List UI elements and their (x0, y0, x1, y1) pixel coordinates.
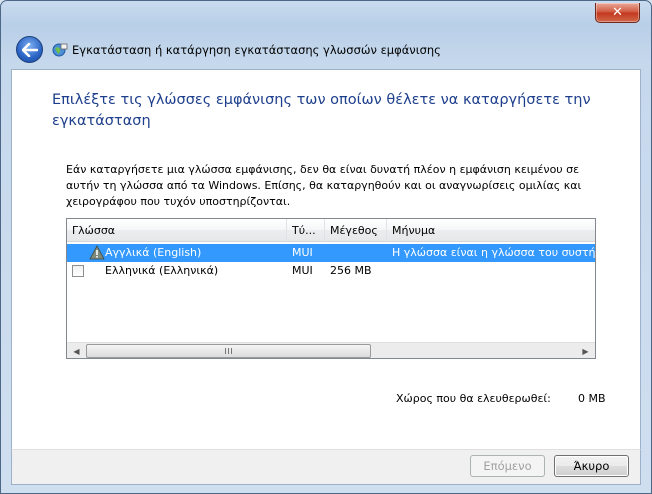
language-globe-icon (52, 43, 68, 57)
next-button[interactable]: Επόμενο (470, 455, 545, 477)
list-row-greek[interactable]: Ελληνικά (Ελληνικά) MUI 256 MB (67, 262, 595, 280)
warning-icon (89, 245, 105, 260)
row-size: 256 MB (330, 264, 372, 277)
column-header-language[interactable]: Γλώσσα (67, 219, 287, 242)
horizontal-scrollbar[interactable]: ◀ ▶ (67, 342, 595, 358)
space-freed-label: Χώρος που θα ελευθερωθεί: (396, 392, 551, 405)
back-arrow-icon (21, 42, 38, 57)
row-message: Η γλώσσα είναι η γλώσσα του συστήματος (392, 246, 596, 259)
list-row-english[interactable]: Αγγλικά (English) MUI Η γλώσσα είναι η γ… (67, 244, 596, 262)
space-freed-value: 0 MB (578, 392, 606, 405)
main-instruction: Επιλέξτε τις γλώσσες εμφάνισης των οποίω… (52, 92, 591, 129)
column-header-type[interactable]: Τύ... (287, 219, 325, 242)
cancel-button[interactable]: Άκυρο (554, 455, 629, 477)
row-type: MUI (292, 264, 313, 277)
row-language: Αγγλικά (English) (105, 246, 202, 259)
language-list[interactable]: Γλώσσα Τύ... Μέγεθος Μήνυμα Αγγλικά (Eng… (66, 218, 596, 359)
close-button[interactable]: ✕ (595, 3, 640, 23)
back-button[interactable] (16, 36, 43, 63)
description-text: Εάν καταργήσετε μια γλώσσα εμφάνισης, δε… (66, 163, 582, 208)
button-bar: Επόμενο Άκυρο (11, 449, 641, 485)
content-panel: Επιλέξτε τις γλώσσες εμφάνισης των οποίω… (11, 69, 641, 449)
scroll-left-icon[interactable]: ◀ (68, 343, 85, 358)
column-header-message[interactable]: Μήνυμα (387, 219, 595, 242)
row-size (330, 244, 385, 262)
grip-icon (225, 348, 232, 354)
row-type: MUI (292, 246, 313, 259)
row-checkbox[interactable] (72, 265, 84, 277)
list-header: Γλώσσα Τύ... Μέγεθος Μήνυμα (67, 219, 595, 242)
scroll-right-icon[interactable]: ▶ (577, 343, 594, 358)
row-language: Ελληνικά (Ελληνικά) (105, 264, 219, 277)
close-icon: ✕ (612, 5, 623, 20)
dialog-window: ✕ Εγκατάσταση ή κατάργηση εγκατάστασης γ… (0, 0, 652, 494)
window-title: Εγκατάσταση ή κατάργηση εγκατάστασης γλω… (72, 43, 441, 57)
scrollbar-thumb[interactable] (86, 344, 371, 358)
column-header-size[interactable]: Μέγεθος (325, 219, 387, 242)
row-message (392, 262, 595, 280)
